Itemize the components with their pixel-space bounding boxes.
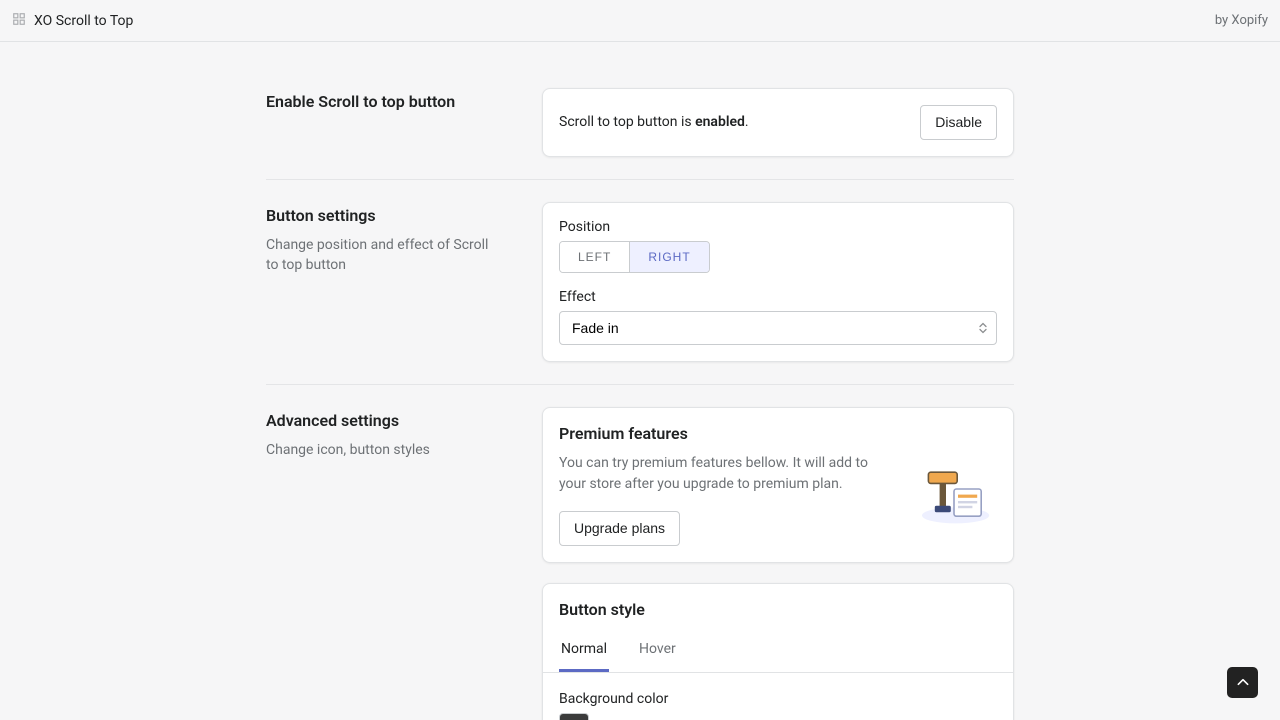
enable-section-title: Enable Scroll to top button xyxy=(266,92,502,111)
button-style-card: Button style Normal Hover Background col… xyxy=(542,583,1014,720)
position-segmented: Left Right xyxy=(559,241,710,273)
advanced-settings-desc: Change icon, button styles xyxy=(266,440,502,460)
position-right-button[interactable]: Right xyxy=(629,242,708,272)
page-content: Enable Scroll to top button Scroll to to… xyxy=(266,42,1014,720)
scroll-to-top-fab[interactable] xyxy=(1227,667,1258,698)
vendor-label: by Xopify xyxy=(1215,13,1268,28)
upgrade-plans-button[interactable]: Upgrade plans xyxy=(559,511,680,546)
disable-button[interactable]: Disable xyxy=(920,105,997,140)
effect-select[interactable]: Fade in xyxy=(559,311,997,345)
style-tabs: Normal Hover xyxy=(543,631,1013,673)
premium-illustration-icon xyxy=(911,453,997,533)
premium-card: Premium features You can try premium fea… xyxy=(542,407,1014,563)
button-settings-title: Button settings xyxy=(266,206,502,225)
button-style-title: Button style xyxy=(559,600,997,619)
enable-status-text: Scroll to top button is enabled. xyxy=(559,114,749,130)
premium-title: Premium features xyxy=(559,424,997,443)
button-settings-card: Position Left Right Effect Fade in xyxy=(542,202,1014,362)
tab-hover[interactable]: Hover xyxy=(637,631,678,672)
button-settings-desc: Change position and effect of Scroll to … xyxy=(266,235,502,276)
premium-desc: You can try premium features bellow. It … xyxy=(559,453,891,495)
advanced-settings-title: Advanced settings xyxy=(266,411,502,430)
effect-label: Effect xyxy=(559,289,997,305)
bg-color-swatch[interactable] xyxy=(559,713,589,720)
app-title: XO Scroll to Top xyxy=(34,13,133,29)
bg-color-label: Background color xyxy=(559,691,997,707)
tab-normal[interactable]: Normal xyxy=(559,631,609,672)
apps-grid-icon xyxy=(12,12,26,30)
position-left-button[interactable]: Left xyxy=(560,242,629,272)
top-bar: XO Scroll to Top by Xopify xyxy=(0,0,1280,42)
position-label: Position xyxy=(559,219,997,235)
enable-card: Scroll to top button is enabled. Disable xyxy=(542,88,1014,157)
